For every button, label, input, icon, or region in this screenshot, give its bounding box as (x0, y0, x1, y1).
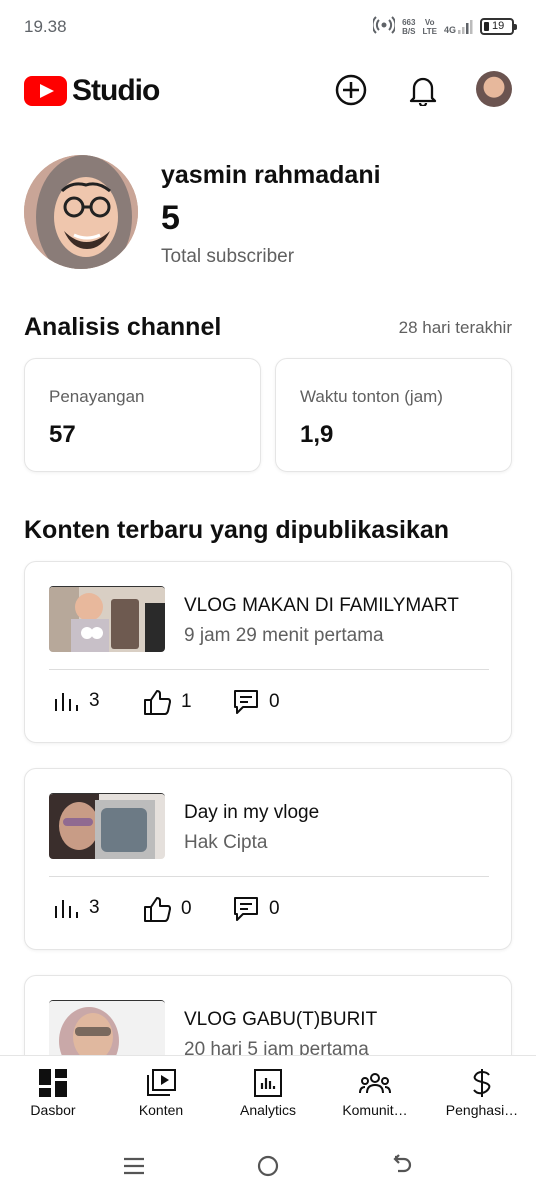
back-button[interactable] (386, 1150, 418, 1182)
video-subtitle: 9 jam 29 menit pertama (184, 625, 384, 646)
recent-content-title: Konten terbaru yang dipublikasikan (24, 516, 450, 544)
bar-chart-icon (55, 900, 78, 918)
nav-label: Konten (138, 1102, 184, 1118)
divider (49, 876, 489, 877)
battery-icon: 19 (480, 18, 517, 35)
subscriber-label: Total subscriber (161, 246, 295, 267)
dollar-icon (473, 1069, 491, 1097)
analytics-icon (254, 1069, 282, 1097)
menu-icon (124, 1157, 144, 1175)
bell-icon (409, 77, 437, 106)
stat-card-views[interactable]: Penayangan 57 (24, 358, 261, 472)
likes-count: 1 (181, 691, 192, 712)
nav-item-dashboard[interactable]: Dasbor (3, 1068, 103, 1118)
views-metric: 3 (53, 896, 100, 920)
battery-level: 19 (492, 20, 505, 32)
analytics-period: 28 hari terakhir (398, 318, 512, 337)
recents-button[interactable] (118, 1150, 150, 1182)
account-avatar[interactable] (476, 71, 512, 107)
net-speed-unit: B/S (402, 26, 416, 36)
back-icon (393, 1154, 412, 1173)
home-button[interactable] (252, 1150, 284, 1182)
nav-label: Komunit… (342, 1102, 408, 1118)
youtube-logo-icon (24, 76, 67, 106)
home-circle-icon (257, 1155, 279, 1177)
video-card[interactable]: VLOG MAKAN DI FAMILYMART 9 jam 29 menit … (24, 561, 512, 743)
stat-label: Penayangan (49, 387, 145, 406)
status-icons: 663 B/S Vo LTE 4G 19 (371, 14, 517, 39)
net-speed-value: 663 (402, 17, 416, 27)
signal-icon: 4G (444, 19, 473, 35)
video-title: Day in my vloge (184, 802, 320, 823)
plus-circle-icon (335, 74, 367, 106)
comment-icon (234, 690, 258, 714)
comments-metric: 0 (233, 896, 280, 922)
views-count: 3 (89, 897, 100, 918)
comment-icon (234, 897, 258, 921)
studio-logo[interactable]: Studio (24, 74, 160, 108)
views-count: 3 (89, 690, 100, 711)
nav-item-earn[interactable]: Penghasi… (432, 1068, 532, 1118)
status-bar: 19.38 663 B/S Vo LTE 4G 19 (0, 0, 536, 56)
bar-chart-icon (55, 693, 78, 711)
nav-item-analytics[interactable]: Analytics (218, 1068, 318, 1118)
stat-card-watch-time[interactable]: Waktu tonton (jam) 1,9 (275, 358, 512, 472)
nav-label: Penghasi… (445, 1102, 519, 1118)
channel-info: yasmin rahmadani 5 Total subscriber (24, 155, 514, 270)
bottom-navigation: Dasbor Konten Analytics Komunit… Penghas… (0, 1055, 536, 1130)
status-time: 19.38 (24, 17, 67, 36)
stat-label: Waktu tonton (jam) (300, 387, 443, 406)
network-type: 4G (443, 24, 456, 35)
hotspot-icon (371, 14, 397, 39)
volte-top: Vo (424, 17, 435, 27)
channel-name: yasmin rahmadani (161, 161, 381, 189)
stat-value: 1,9 (300, 421, 334, 448)
volte-bottom: LTE (422, 26, 437, 36)
nav-label: Dasbor (30, 1102, 76, 1118)
video-thumbnail (49, 586, 165, 652)
comments-metric: 0 (233, 689, 280, 715)
video-card[interactable]: Day in my vloge Hak Cipta 3 0 0 (24, 768, 512, 950)
dashboard-icon (39, 1069, 67, 1097)
channel-avatar (24, 155, 138, 269)
divider (49, 669, 489, 670)
brand-text: Studio (72, 74, 160, 107)
likes-count: 0 (181, 898, 192, 919)
app-header: Studio (0, 62, 536, 118)
system-navigation (0, 1130, 536, 1200)
analytics-title: Analisis channel (24, 313, 222, 341)
nav-item-community[interactable]: Komunit… (325, 1068, 425, 1118)
community-icon (359, 1073, 391, 1094)
comments-count: 0 (269, 898, 280, 919)
notifications-button[interactable] (403, 70, 443, 110)
likes-metric: 1 (143, 689, 192, 715)
video-subtitle: Hak Cipta (184, 832, 268, 853)
create-button[interactable] (331, 70, 371, 110)
nav-label: Analytics (239, 1102, 297, 1118)
net-speed: 663 B/S (402, 18, 415, 36)
video-thumbnail (49, 793, 165, 859)
stat-value: 57 (49, 421, 76, 448)
nav-item-content[interactable]: Konten (111, 1068, 211, 1118)
volte-indicator: Vo LTE (422, 18, 437, 36)
views-metric: 3 (53, 689, 100, 713)
content-icon (147, 1069, 176, 1096)
likes-metric: 0 (143, 896, 192, 922)
thumbs-up-icon (144, 897, 171, 922)
comments-count: 0 (269, 691, 280, 712)
video-title: VLOG GABU(T)BURIT (184, 1009, 378, 1030)
subscriber-count: 5 (161, 199, 180, 237)
video-title: VLOG MAKAN DI FAMILYMART (184, 595, 459, 616)
thumbs-up-icon (144, 690, 171, 715)
